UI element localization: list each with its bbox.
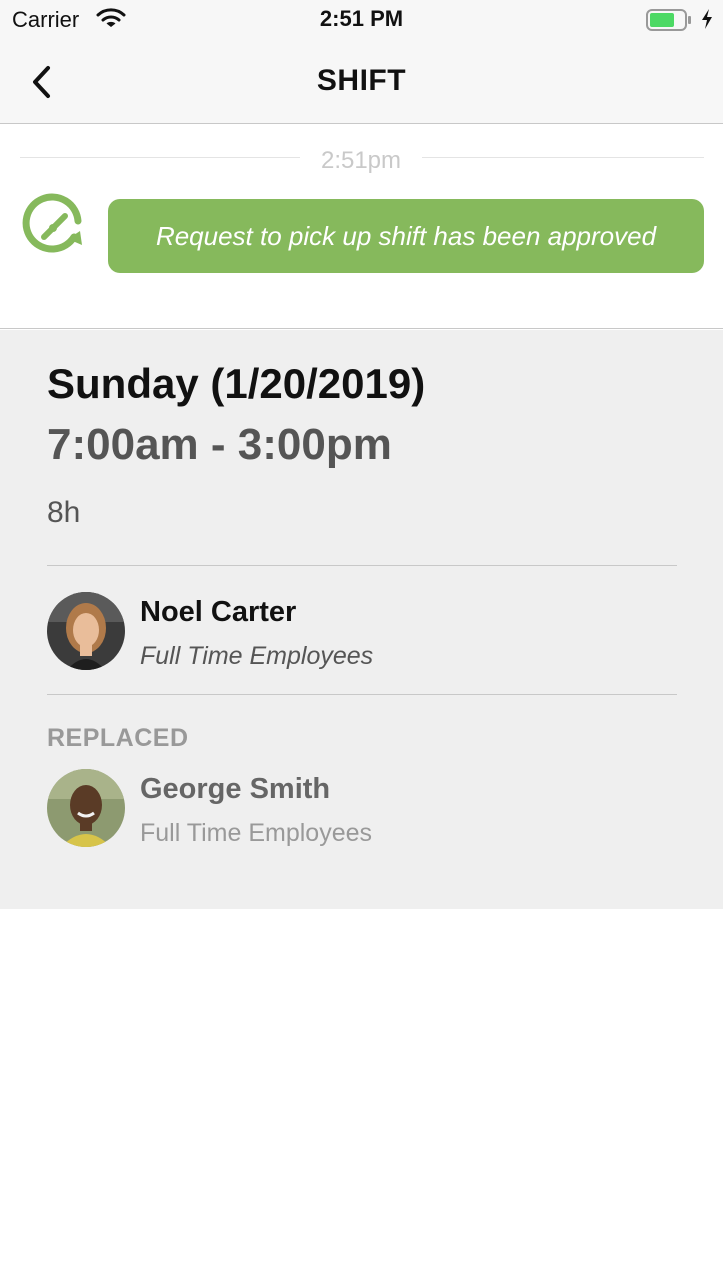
avatar xyxy=(47,769,125,847)
page-title: SHIFT xyxy=(316,64,407,97)
app-screen: Carrier 2:51 PM SHIFT 2:51pm Request to … xyxy=(0,0,723,1286)
shift-time-range: 7:00am - 3:00pm xyxy=(47,420,392,469)
message-bubble: Request to pick up shift has been approv… xyxy=(108,199,704,273)
status-bar: Carrier 2:51 PM xyxy=(0,0,723,40)
shift-day: Sunday (1/20/2019) xyxy=(47,360,426,407)
battery-icon xyxy=(646,9,691,31)
message-thread: 2:51pm Request to pick up shift has been… xyxy=(0,125,723,329)
replaced-person-group: Full Time Employees xyxy=(140,819,373,847)
clock-refresh-icon xyxy=(22,193,82,253)
message-text: Request to pick up shift has been approv… xyxy=(155,220,657,251)
divider xyxy=(422,157,704,158)
message-timestamp: 2:51pm xyxy=(320,147,402,174)
status-time: 2:51 PM xyxy=(319,6,404,31)
assignee-name: Noel Carter xyxy=(140,596,297,628)
replaced-person-row[interactable]: George Smith Full Time Employees xyxy=(47,769,677,849)
avatar xyxy=(47,592,125,670)
shift-details: Sunday (1/20/2019) 7:00am - 3:00pm 8h No… xyxy=(0,330,723,909)
timestamp-row: 2:51pm xyxy=(20,147,704,177)
header: Carrier 2:51 PM SHIFT xyxy=(0,0,723,124)
divider xyxy=(20,157,300,158)
divider xyxy=(47,694,677,695)
assignee-group: Full Time Employees xyxy=(140,642,374,670)
assignee-row[interactable]: Noel Carter Full Time Employees xyxy=(47,592,677,672)
shift-duration: 8h xyxy=(47,496,81,529)
replaced-label: REPLACED xyxy=(47,724,189,752)
charging-icon xyxy=(702,9,712,29)
replaced-person-name: George Smith xyxy=(140,773,331,805)
divider xyxy=(47,565,677,566)
nav-bar: SHIFT xyxy=(0,40,723,124)
